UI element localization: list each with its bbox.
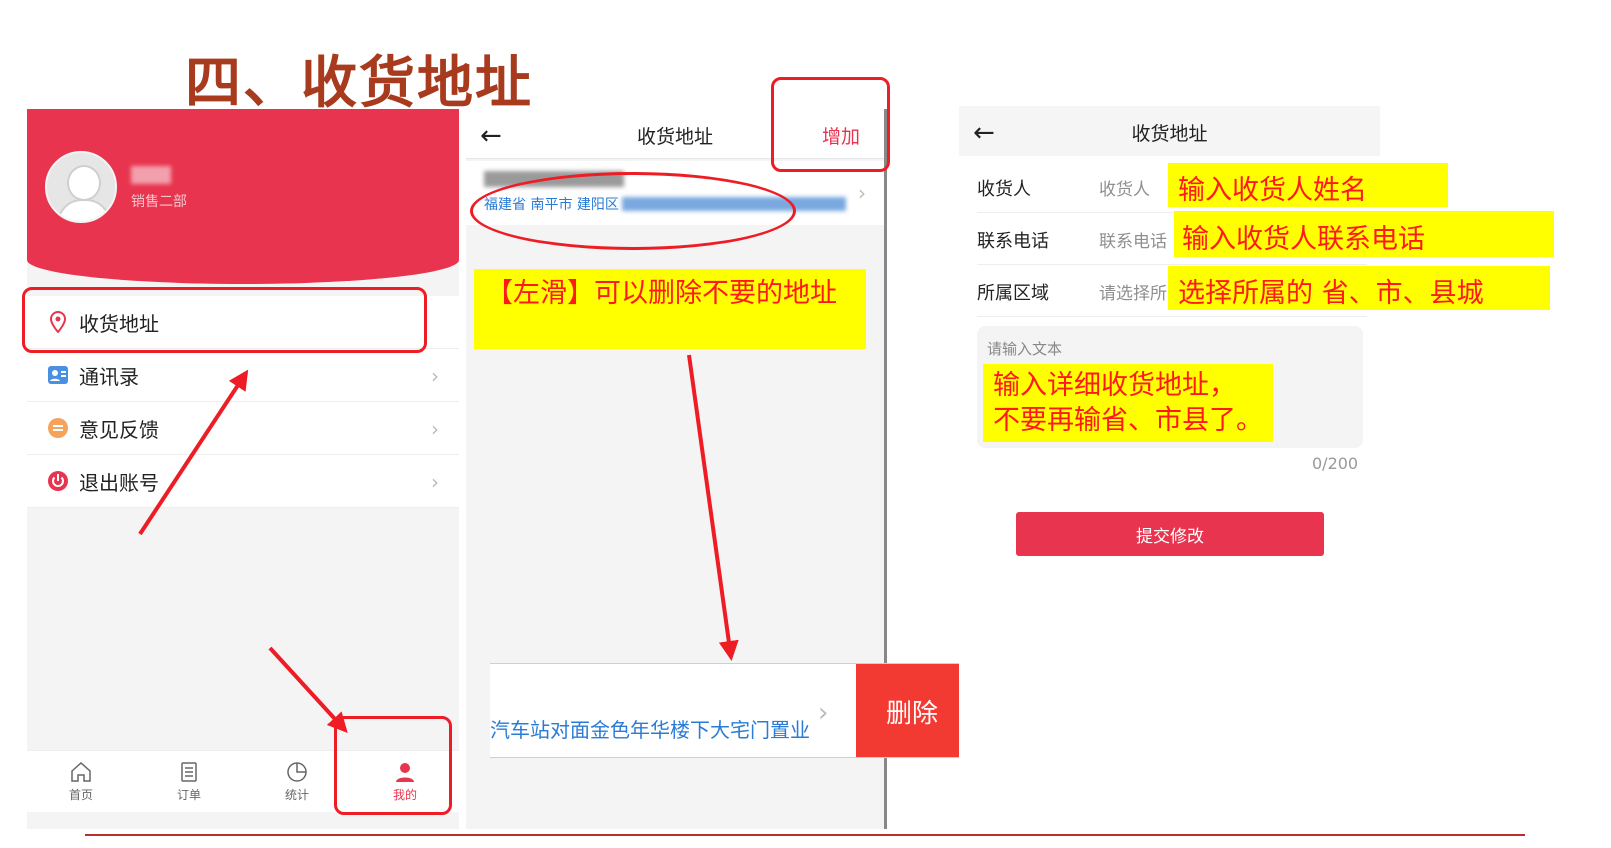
field-placeholder: 联系电话	[1099, 232, 1167, 252]
annotation-detail-line: 输入详细收货地址，	[993, 370, 1236, 401]
submit-button[interactable]: 提交修改	[1016, 512, 1324, 556]
home-icon	[71, 761, 91, 782]
pie-chart-icon	[287, 762, 307, 782]
menu-item-label: 退出账号	[79, 470, 159, 495]
menu-item-label: 意见反馈	[79, 417, 159, 442]
tab-home[interactable]: 首页	[27, 751, 135, 812]
tab-label: 首页	[68, 788, 93, 802]
delete-button[interactable]: 删除	[856, 664, 968, 757]
avatar[interactable]	[45, 151, 117, 223]
user-name-blurred	[131, 166, 171, 184]
field-placeholder: 请选择所	[1099, 284, 1167, 304]
field-label: 联系电话	[977, 231, 1049, 252]
annotation-region: 选择所属的 省、市、县城	[1168, 266, 1550, 310]
page-title: 收货地址	[1131, 123, 1208, 145]
chevron-right-icon: ›	[431, 417, 439, 441]
tab-label: 订单	[176, 788, 201, 802]
field-label: 收货人	[977, 179, 1031, 200]
tab-label: 统计	[284, 788, 309, 802]
contacts-icon	[47, 364, 69, 386]
user-dept: 销售二部	[131, 194, 187, 210]
chevron-right-icon: ›	[431, 364, 439, 388]
slide-title: 四、收货地址	[185, 50, 533, 116]
char-counter: 0/200	[1312, 454, 1359, 473]
order-icon	[181, 762, 197, 782]
power-icon	[47, 470, 69, 492]
chevron-right-icon: ›	[431, 470, 439, 494]
highlight-address-card	[470, 172, 796, 250]
menu-item-logout[interactable]: 退出账号 ›	[27, 455, 459, 508]
chevron-right-icon: ›	[858, 181, 866, 205]
annotation-recipient: 输入收货人姓名	[1168, 163, 1448, 207]
field-label: 所属区域	[977, 283, 1049, 304]
field-placeholder: 收货人	[1099, 180, 1150, 200]
textarea-placeholder: 请输入文本	[987, 340, 1063, 358]
highlight-add-button	[771, 77, 890, 172]
annotation-detail: 输入详细收货地址， 不要再输省、市县了。	[983, 364, 1273, 442]
tab-orders[interactable]: 订单	[135, 751, 243, 812]
annotation-phone: 输入收货人联系电话	[1174, 211, 1554, 257]
menu-item-label: 通讯录	[79, 364, 139, 389]
menu-item-feedback[interactable]: 意见反馈 ›	[27, 402, 459, 455]
highlight-address-menu	[22, 287, 427, 353]
nav-bar: ← 收货地址	[959, 106, 1380, 156]
feedback-icon	[47, 417, 69, 439]
annotation-detail-line: 不要再输省、市县了。	[993, 405, 1263, 436]
menu-item-contacts[interactable]: 通讯录 ›	[27, 349, 459, 402]
swiped-address-text: 汽车站对面金色年华楼下大宅门置业	[490, 718, 810, 742]
bottom-rule	[85, 834, 1525, 836]
highlight-mine-tab	[334, 716, 452, 815]
chevron-right-icon: ›	[818, 698, 829, 728]
annotation-swipe-delete: 【左滑】可以删除不要的地址	[474, 269, 866, 349]
